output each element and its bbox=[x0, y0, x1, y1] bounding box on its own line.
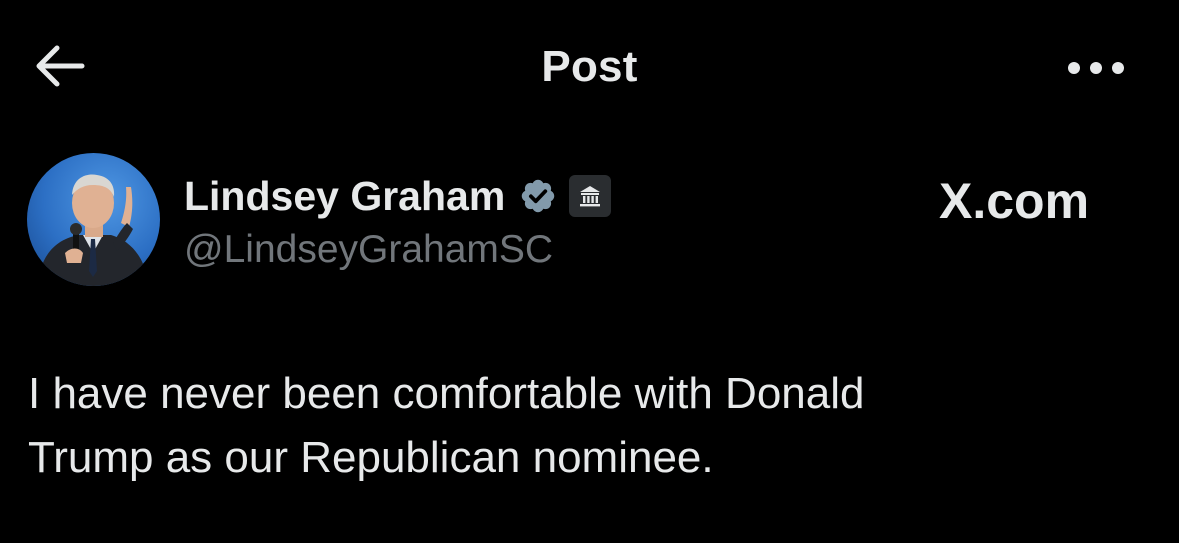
avatar[interactable] bbox=[27, 153, 160, 286]
avatar-photo bbox=[27, 153, 160, 286]
xcom-watermark: X.com bbox=[939, 173, 1090, 229]
post-author: Lindsey Graham @LindseyGrahamSC X.com bbox=[27, 150, 1157, 290]
author-handle[interactable]: @LindseyGrahamSC bbox=[184, 228, 553, 272]
government-building-icon[interactable] bbox=[569, 175, 612, 217]
name-row: Lindsey Graham bbox=[184, 170, 612, 222]
author-display-name[interactable]: Lindsey Graham bbox=[184, 173, 505, 220]
post-text: I have never been comfortable with Donal… bbox=[28, 369, 865, 482]
page-title: Post bbox=[541, 42, 638, 91]
more-horizontal-icon bbox=[1068, 62, 1124, 74]
top-bar: Post bbox=[0, 0, 1179, 130]
verified-badge-icon[interactable] bbox=[519, 177, 557, 215]
more-options-button[interactable] bbox=[1058, 46, 1134, 90]
